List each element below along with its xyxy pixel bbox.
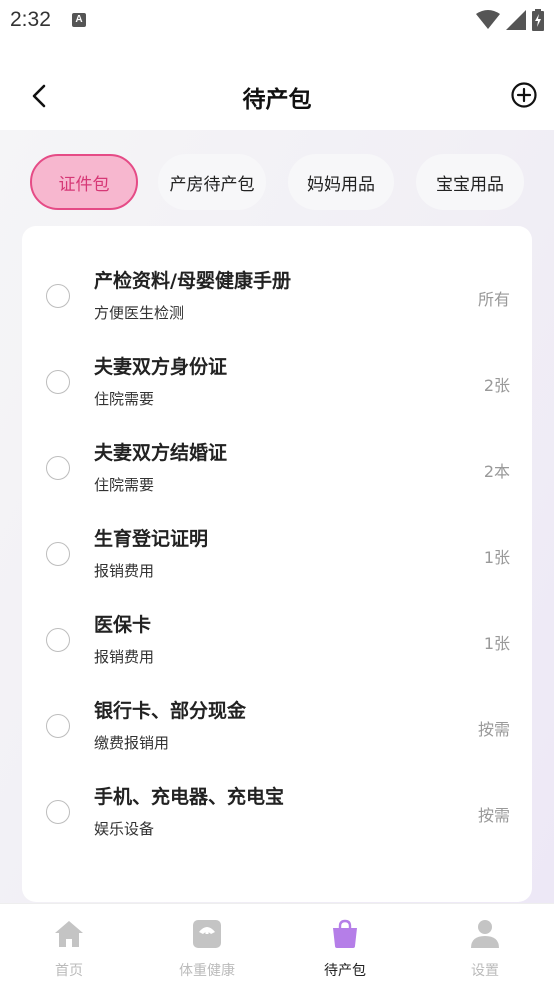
radio-button[interactable] <box>46 370 70 394</box>
item-quantity: 1张 <box>483 548 510 567</box>
scale-icon <box>193 920 221 948</box>
nav-label: 体重健康 <box>179 963 235 979</box>
checklist-item[interactable]: 医保卡 报销费用 1张 <box>22 598 532 684</box>
tab-baby-items[interactable]: 宝宝用品 <box>416 154 524 210</box>
page-title: 待产包 <box>242 87 312 113</box>
content-area: 证件包 产房待产包 妈妈用品 宝宝用品 产检资料/母婴健康手册 方便医生检测 所… <box>0 130 554 903</box>
item-subtitle: 报销费用 <box>94 648 155 666</box>
radio-button[interactable] <box>46 628 70 652</box>
item-title: 医保卡 <box>94 614 152 636</box>
tab-delivery-room[interactable]: 产房待产包 <box>158 154 266 210</box>
signal-icon <box>506 10 526 30</box>
item-quantity: 2张 <box>483 376 510 395</box>
checklist-item[interactable]: 夫妻双方结婚证 住院需要 2本 <box>22 426 532 512</box>
tab-mom-items[interactable]: 妈妈用品 <box>288 154 394 210</box>
checklist-item[interactable]: 手机、充电器、充电宝 娱乐设备 按需 <box>22 770 532 856</box>
tab-label: 妈妈用品 <box>307 174 375 195</box>
item-subtitle: 缴费报销用 <box>94 734 170 752</box>
nav-hospital-bag[interactable]: 待产包 <box>276 904 414 985</box>
wifi-icon <box>476 10 500 29</box>
item-title: 夫妻双方结婚证 <box>94 442 228 464</box>
status-icons <box>476 8 544 32</box>
item-quantity: 所有 <box>477 290 510 309</box>
nav-home[interactable]: 首页 <box>0 904 138 985</box>
bottom-nav: 首页 体重健康 待产包 设置 <box>0 903 554 985</box>
bag-icon <box>333 919 357 948</box>
item-subtitle: 娱乐设备 <box>94 820 155 838</box>
radio-button[interactable] <box>46 542 70 566</box>
item-title: 夫妻双方身份证 <box>94 356 228 378</box>
tab-documents[interactable]: 证件包 <box>30 154 138 210</box>
checklist-item[interactable]: 夫妻双方身份证 住院需要 2张 <box>22 340 532 426</box>
radio-button[interactable] <box>46 714 70 738</box>
nav-label: 首页 <box>55 963 83 979</box>
checklist-item[interactable]: 银行卡、部分现金 缴费报销用 按需 <box>22 684 532 770</box>
status-time: 2:32 <box>10 8 51 31</box>
radio-button[interactable] <box>46 284 70 308</box>
add-button[interactable] <box>510 81 538 109</box>
nav-label: 待产包 <box>324 963 366 979</box>
tab-label: 产房待产包 <box>169 174 255 195</box>
nav-settings[interactable]: 设置 <box>416 904 554 985</box>
status-bar: 2:32 A <box>0 0 554 40</box>
item-title: 生育登记证明 <box>94 528 209 550</box>
plus-circle-icon <box>511 82 537 108</box>
item-subtitle: 报销费用 <box>94 562 155 580</box>
item-quantity: 1张 <box>483 634 510 653</box>
radio-button[interactable] <box>46 456 70 480</box>
battery-icon <box>532 9 544 31</box>
item-subtitle: 住院需要 <box>94 390 155 408</box>
checklist-item[interactable]: 产检资料/母婴健康手册 方便医生检测 所有 <box>22 254 532 340</box>
home-icon <box>55 921 83 947</box>
tab-label: 证件包 <box>58 174 110 195</box>
item-quantity: 按需 <box>477 806 510 825</box>
item-title: 银行卡、部分现金 <box>94 700 247 722</box>
radio-button[interactable] <box>46 800 70 824</box>
checklist-card: 产检资料/母婴健康手册 方便医生检测 所有 夫妻双方身份证 住院需要 2张 夫妻… <box>22 226 532 902</box>
item-quantity: 按需 <box>477 720 510 739</box>
item-subtitle: 住院需要 <box>94 476 155 494</box>
category-tabs: 证件包 产房待产包 妈妈用品 宝宝用品 <box>0 154 554 212</box>
notification-a-icon: A <box>72 13 86 27</box>
item-subtitle: 方便医生检测 <box>94 304 185 322</box>
checklist-item[interactable]: 生育登记证明 报销费用 1张 <box>22 512 532 598</box>
item-title: 产检资料/母婴健康手册 <box>94 270 291 292</box>
nav-label: 设置 <box>471 963 499 979</box>
nav-weight-health[interactable]: 体重健康 <box>138 904 276 985</box>
person-icon <box>471 920 499 948</box>
item-title: 手机、充电器、充电宝 <box>94 786 285 808</box>
tab-label: 宝宝用品 <box>436 174 504 195</box>
header: 待产包 <box>0 60 554 132</box>
item-quantity: 2本 <box>483 462 510 481</box>
